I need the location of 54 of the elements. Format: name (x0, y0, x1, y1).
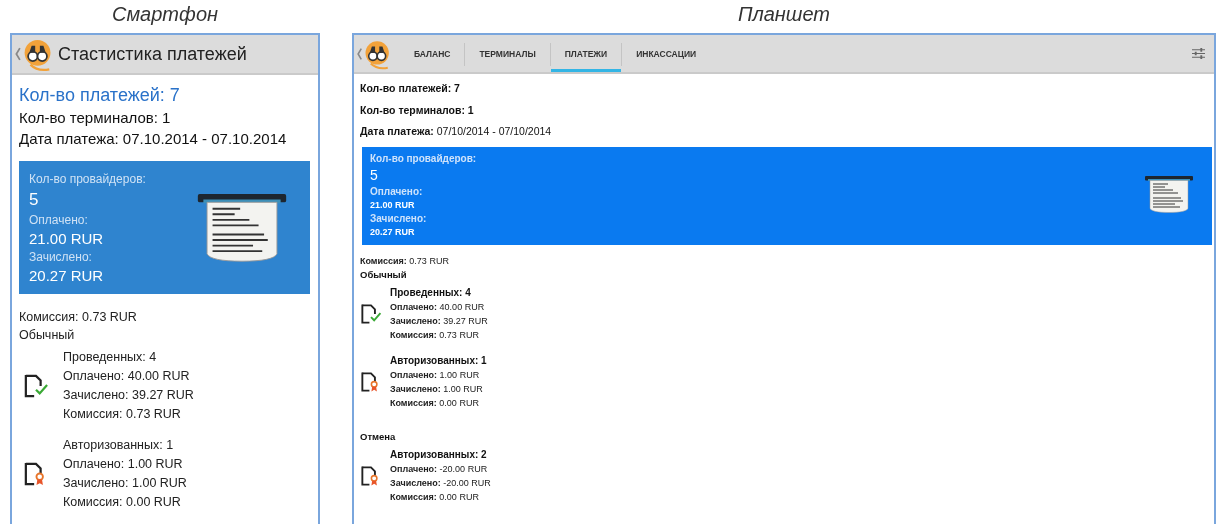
group-detail: Зачислено: 39.27 RUR (63, 387, 194, 404)
card-label: Зачислено: (370, 211, 428, 226)
card-value: 5 (29, 189, 40, 211)
card-label: Оплачено: (370, 184, 424, 199)
caption: Планшет (737, 2, 831, 27)
document-check-icon (23, 374, 49, 398)
tab[interactable]: БАЛАНС (400, 35, 465, 72)
tab[interactable]: ТЕРМИНАЛЫ (465, 35, 550, 72)
group-detail: Зачислено: -20.00 RUR (390, 476, 491, 490)
group-detail: Оплачено: 40.00 RUR (390, 300, 486, 314)
terminals-count: Кол-во терминалов: 1 (19, 108, 172, 128)
card-value: 20.27 RUR (370, 225, 416, 239)
card-label: Оплачено: (29, 212, 89, 229)
terminals-count: Кол-во терминалов: 1 (360, 102, 475, 118)
payment-date: Дата платежа: 07/10/2014 - 07/10/2014 (360, 124, 553, 139)
tab[interactable]: ИНКАССАЦИИ (622, 35, 711, 72)
receipt-drawing (1144, 175, 1194, 215)
group-detail: Оплачено: 1.00 RUR (63, 456, 184, 473)
section-title: Обычный (19, 327, 76, 344)
group-detail: Оплачено: 40.00 RUR (63, 368, 191, 385)
card-value: 20.27 RUR (29, 266, 105, 286)
group-title: Проведенных: 4 (63, 349, 158, 366)
payments-count: Кол-во платежей: 7 (19, 84, 181, 107)
tab[interactable]: ПЛАТЕЖИ (550, 35, 622, 72)
card-label: Зачислено: (29, 249, 93, 266)
section-title: Обычный (360, 267, 408, 282)
group-detail: Зачислено: 1.00 RUR (390, 382, 484, 396)
group-detail: Комиссия: 0.00 RUR (390, 396, 480, 410)
card-label: Кол-во провайдеров: (29, 171, 146, 188)
settings-icon[interactable] (1191, 47, 1206, 60)
payments-count: Кол-во платежей: 7 (360, 81, 461, 96)
screen-title: Стастистика платежей (58, 43, 247, 65)
payment-date: Дата платежа: 07.10.2014 - 07.10.2014 (19, 129, 288, 149)
group-detail: Комиссия: 0.73 RUR (63, 406, 182, 423)
card-value: 21.00 RUR (29, 229, 105, 249)
document-check-icon (360, 302, 382, 325)
card-label: Кол-во провайдеров: (370, 151, 477, 166)
group-detail: Комиссия: 0.00 RUR (63, 494, 182, 511)
group-title: Проведенных: 4 (390, 285, 472, 300)
caption: Смартфон (111, 2, 219, 27)
group-detail: Комиссия: 0.00 RUR (390, 490, 480, 504)
group-detail: Оплачено: 1.00 RUR (390, 368, 481, 382)
section-title: Отмена (360, 429, 397, 444)
group-detail: Комиссия: 0.73 RUR (390, 328, 480, 342)
group-title: Авторизованных: 1 (63, 437, 175, 454)
group-detail: Зачислено: 39.27 RUR (390, 314, 488, 328)
group-title: Авторизованных: 2 (390, 447, 488, 462)
card-value: 21.00 RUR (370, 198, 416, 212)
card-value: 5 (370, 165, 379, 185)
group-title: Авторизованных: 1 (390, 353, 487, 368)
group-detail: Зачислено: 1.00 RUR (63, 475, 187, 492)
commission-text: Комиссия: 0.73 RUR (19, 309, 138, 326)
group-detail: Оплачено: -20.00 RUR (390, 462, 489, 476)
commission-text: Комиссия: 0.73 RUR (360, 254, 450, 268)
